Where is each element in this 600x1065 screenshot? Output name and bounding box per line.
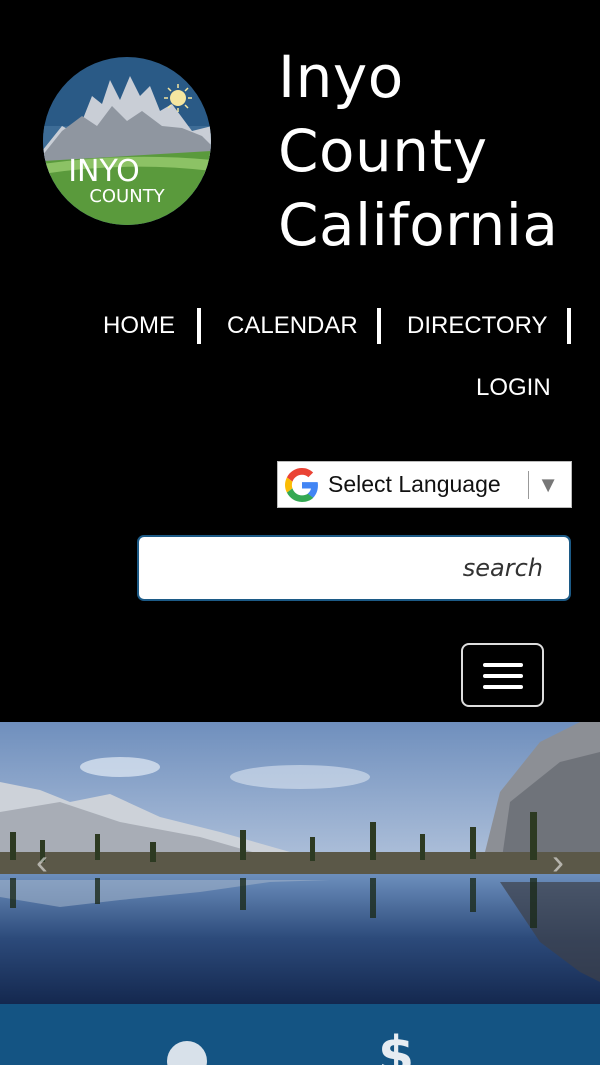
site-title: Inyo County California — [278, 40, 588, 262]
nav-home-link[interactable]: HOME — [103, 306, 175, 346]
hamburger-icon — [483, 685, 523, 689]
site-header: INYO COUNTY Inyo County California HOME … — [0, 0, 600, 722]
logo-text-inyo: INYO — [68, 154, 140, 189]
hero-carousel: ‹ › — [0, 722, 600, 1004]
search-box — [137, 535, 571, 601]
google-icon — [284, 467, 320, 503]
search-input[interactable] — [139, 537, 569, 599]
quick-links-band: $ — [0, 1004, 600, 1065]
nav-directory-link[interactable]: DIRECTORY — [407, 306, 547, 346]
quick-link-dollar-icon[interactable]: $ — [378, 1026, 414, 1065]
language-select-divider — [528, 471, 529, 499]
logo-graphic: INYO COUNTY — [43, 57, 211, 225]
dropdown-arrow-icon: ▼ — [537, 472, 559, 497]
hamburger-icon — [483, 663, 523, 667]
menu-toggle-button[interactable] — [461, 643, 544, 707]
nav-divider — [197, 308, 201, 344]
nav-divider — [567, 308, 571, 344]
site-title-line-2: County — [278, 117, 488, 185]
nav-divider — [377, 308, 381, 344]
site-title-line-1: Inyo — [278, 43, 404, 111]
carousel-next-icon[interactable]: › — [538, 842, 578, 882]
nav-calendar-link[interactable]: CALENDAR — [227, 306, 358, 346]
hero-lake-image — [0, 722, 600, 1004]
quick-link-circle-icon[interactable] — [167, 1041, 207, 1065]
site-title-line-3: California — [278, 191, 559, 259]
inyo-county-logo[interactable]: INYO COUNTY — [42, 56, 212, 226]
hamburger-icon — [483, 674, 523, 678]
nav-login-link[interactable]: LOGIN — [476, 368, 551, 408]
top-nav: HOME CALENDAR DIRECTORY — [0, 306, 600, 346]
language-select-label: Select Language — [328, 471, 501, 497]
carousel-prev-icon[interactable]: ‹ — [22, 842, 62, 882]
language-select[interactable]: Select Language ▼ — [277, 461, 572, 508]
logo-text-county: COUNTY — [89, 186, 165, 207]
